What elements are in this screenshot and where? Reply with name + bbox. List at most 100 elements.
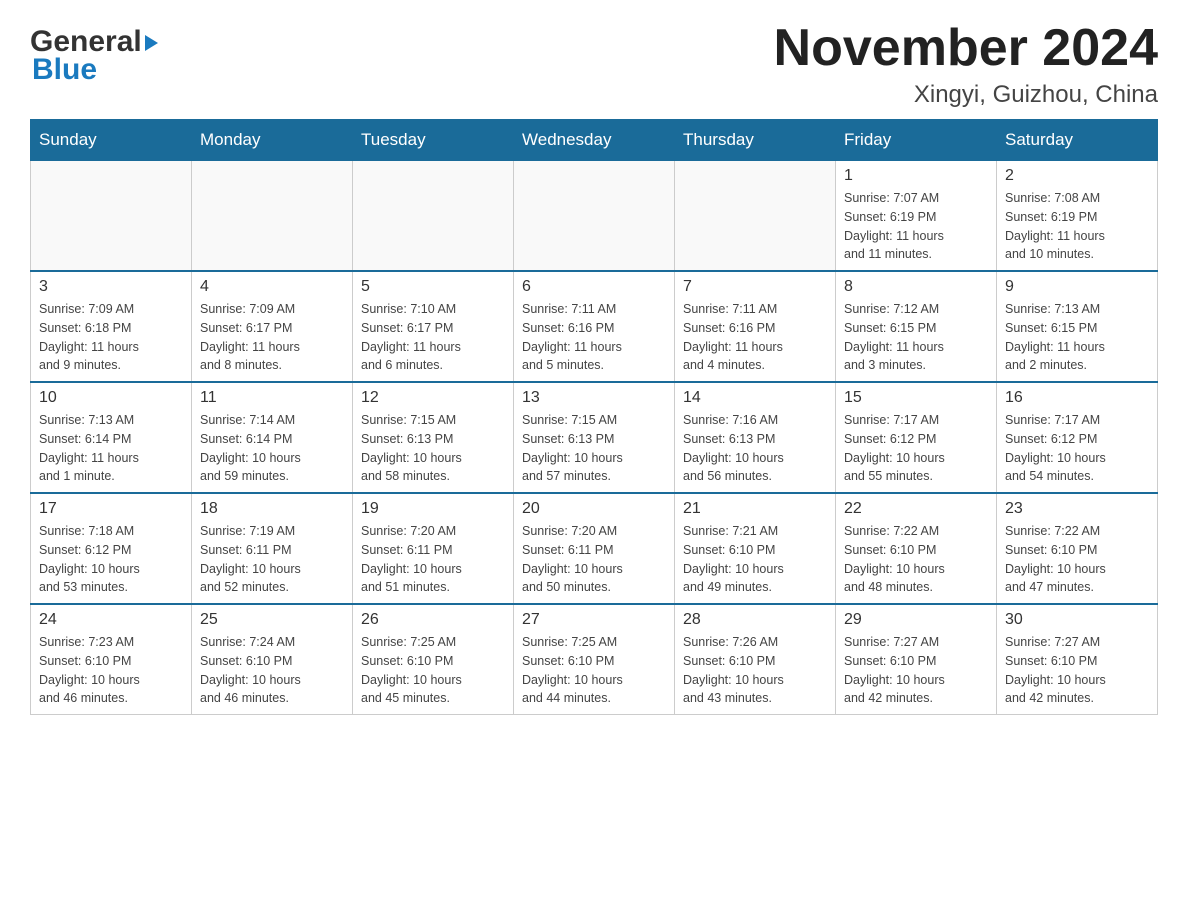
day-number: 15 [844,389,988,407]
day-number: 25 [200,611,344,629]
header-thursday: Thursday [675,120,836,161]
table-row [353,161,514,272]
table-row: 26 Sunrise: 7:25 AMSunset: 6:10 PMDayligh… [353,604,514,715]
header-tuesday: Tuesday [353,120,514,161]
day-info: Sunrise: 7:20 AMSunset: 6:11 PMDaylight:… [522,522,666,597]
day-info: Sunrise: 7:19 AMSunset: 6:11 PMDaylight:… [200,522,344,597]
table-row: 8 Sunrise: 7:12 AMSunset: 6:15 PMDaylight… [836,271,997,382]
day-info: Sunrise: 7:17 AMSunset: 6:12 PMDaylight:… [844,411,988,486]
day-info: Sunrise: 7:17 AMSunset: 6:12 PMDaylight:… [1005,411,1149,486]
calendar-week-row: 1 Sunrise: 7:07 AMSunset: 6:19 PMDaylight… [31,161,1158,272]
table-row: 16Sunrise: 7:17 AMSunset: 6:12 PMDayligh… [997,382,1158,493]
logo-triangle-icon [145,35,158,51]
day-info: Sunrise: 7:09 AMSunset: 6:17 PMDaylight:… [200,300,344,375]
day-info: Sunrise: 7:26 AMSunset: 6:10 PMDaylight:… [683,633,827,708]
day-number: 20 [522,500,666,518]
table-row: 22Sunrise: 7:22 AMSunset: 6:10 PMDayligh… [836,493,997,604]
day-info: Sunrise: 7:22 AMSunset: 6:10 PMDaylight:… [1005,522,1149,597]
day-number: 30 [1005,611,1149,629]
table-row: 23 Sunrise: 7:22 AMSunset: 6:10 PMDayligh… [997,493,1158,604]
table-row: 13 Sunrise: 7:15 AMSunset: 6:13 PMDayligh… [514,382,675,493]
table-row: 18 Sunrise: 7:19 AMSunset: 6:11 PMDayligh… [192,493,353,604]
day-info: Sunrise: 7:11 AMSunset: 6:16 PMDaylight:… [522,300,666,375]
day-number: 7 [683,278,827,296]
day-info: Sunrise: 7:12 AMSunset: 6:15 PMDaylight:… [844,300,988,375]
day-info: Sunrise: 7:07 AMSunset: 6:19 PMDaylight:… [844,189,988,264]
day-info: Sunrise: 7:18 AMSunset: 6:12 PMDaylight:… [39,522,183,597]
day-info: Sunrise: 7:15 AMSunset: 6:13 PMDaylight:… [522,411,666,486]
table-row: 17 Sunrise: 7:18 AMSunset: 6:12 PMDayligh… [31,493,192,604]
table-row: 5 Sunrise: 7:10 AMSunset: 6:17 PMDaylight… [353,271,514,382]
day-number: 28 [683,611,827,629]
table-row: 1 Sunrise: 7:07 AMSunset: 6:19 PMDaylight… [836,161,997,272]
calendar-week-row: 10 Sunrise: 7:13 AMSunset: 6:14 PMDayligh… [31,382,1158,493]
day-number: 1 [844,167,988,185]
day-number: 27 [522,611,666,629]
table-row: 20 Sunrise: 7:20 AMSunset: 6:11 PMDayligh… [514,493,675,604]
table-row: 4 Sunrise: 7:09 AMSunset: 6:17 PMDaylight… [192,271,353,382]
day-info: Sunrise: 7:11 AMSunset: 6:16 PMDaylight:… [683,300,827,375]
day-number: 26 [361,611,505,629]
day-number: 8 [844,278,988,296]
title-block: November 2024 Xingyi, Guizhou, China [774,20,1158,109]
table-row: 12 Sunrise: 7:15 AMSunset: 6:13 PMDayligh… [353,382,514,493]
day-number: 24 [39,611,183,629]
table-row: 29 Sunrise: 7:27 AMSunset: 6:10 PMDayligh… [836,604,997,715]
calendar-subtitle: Xingyi, Guizhou, China [774,81,1158,109]
day-info: Sunrise: 7:27 AMSunset: 6:10 PMDaylight:… [1005,633,1149,708]
day-info: Sunrise: 7:14 AMSunset: 6:14 PMDaylight:… [200,411,344,486]
page-header: General Blue November 2024 Xingyi, Guizh… [30,20,1158,109]
day-info: Sunrise: 7:08 AMSunset: 6:19 PMDaylight:… [1005,189,1149,264]
calendar-week-row: 3Sunrise: 7:09 AMSunset: 6:18 PMDaylight… [31,271,1158,382]
day-number: 9 [1005,278,1149,296]
day-number: 5 [361,278,505,296]
day-number: 2 [1005,167,1149,185]
calendar-header-row: Sunday Monday Tuesday Wednesday Thursday… [31,120,1158,161]
table-row: 3Sunrise: 7:09 AMSunset: 6:18 PMDaylight… [31,271,192,382]
table-row [31,161,192,272]
table-row [192,161,353,272]
table-row: 2 Sunrise: 7:08 AMSunset: 6:19 PMDaylight… [997,161,1158,272]
day-number: 12 [361,389,505,407]
day-info: Sunrise: 7:16 AMSunset: 6:13 PMDaylight:… [683,411,827,486]
table-row: 28 Sunrise: 7:26 AMSunset: 6:10 PMDayligh… [675,604,836,715]
day-number: 10 [39,389,183,407]
day-number: 29 [844,611,988,629]
day-info: Sunrise: 7:21 AMSunset: 6:10 PMDaylight:… [683,522,827,597]
day-number: 3 [39,278,183,296]
day-info: Sunrise: 7:13 AMSunset: 6:14 PMDaylight:… [39,411,183,486]
day-info: Sunrise: 7:24 AMSunset: 6:10 PMDaylight:… [200,633,344,708]
day-number: 4 [200,278,344,296]
day-number: 18 [200,500,344,518]
day-number: 22 [844,500,988,518]
table-row: 27 Sunrise: 7:25 AMSunset: 6:10 PMDayligh… [514,604,675,715]
table-row: 10 Sunrise: 7:13 AMSunset: 6:14 PMDayligh… [31,382,192,493]
day-info: Sunrise: 7:20 AMSunset: 6:11 PMDaylight:… [361,522,505,597]
table-row: 25 Sunrise: 7:24 AMSunset: 6:10 PMDayligh… [192,604,353,715]
logo-blue-text: Blue [32,53,97,87]
logo: General Blue [30,20,158,87]
header-wednesday: Wednesday [514,120,675,161]
day-info: Sunrise: 7:25 AMSunset: 6:10 PMDaylight:… [361,633,505,708]
day-number: 13 [522,389,666,407]
day-info: Sunrise: 7:25 AMSunset: 6:10 PMDaylight:… [522,633,666,708]
day-number: 6 [522,278,666,296]
table-row: 24 Sunrise: 7:23 AMSunset: 6:10 PMDayligh… [31,604,192,715]
table-row [514,161,675,272]
calendar-title: November 2024 [774,20,1158,77]
day-info: Sunrise: 7:23 AMSunset: 6:10 PMDaylight:… [39,633,183,708]
day-number: 23 [1005,500,1149,518]
day-info: Sunrise: 7:27 AMSunset: 6:10 PMDaylight:… [844,633,988,708]
day-info: Sunrise: 7:10 AMSunset: 6:17 PMDaylight:… [361,300,505,375]
day-number: 17 [39,500,183,518]
table-row: 9Sunrise: 7:13 AMSunset: 6:15 PMDaylight… [997,271,1158,382]
calendar-week-row: 24 Sunrise: 7:23 AMSunset: 6:10 PMDayligh… [31,604,1158,715]
header-friday: Friday [836,120,997,161]
table-row: 6 Sunrise: 7:11 AMSunset: 6:16 PMDaylight… [514,271,675,382]
day-number: 21 [683,500,827,518]
day-info: Sunrise: 7:15 AMSunset: 6:13 PMDaylight:… [361,411,505,486]
day-number: 14 [683,389,827,407]
table-row: 15 Sunrise: 7:17 AMSunset: 6:12 PMDayligh… [836,382,997,493]
calendar-table: Sunday Monday Tuesday Wednesday Thursday… [30,119,1158,715]
table-row: 11Sunrise: 7:14 AMSunset: 6:14 PMDayligh… [192,382,353,493]
